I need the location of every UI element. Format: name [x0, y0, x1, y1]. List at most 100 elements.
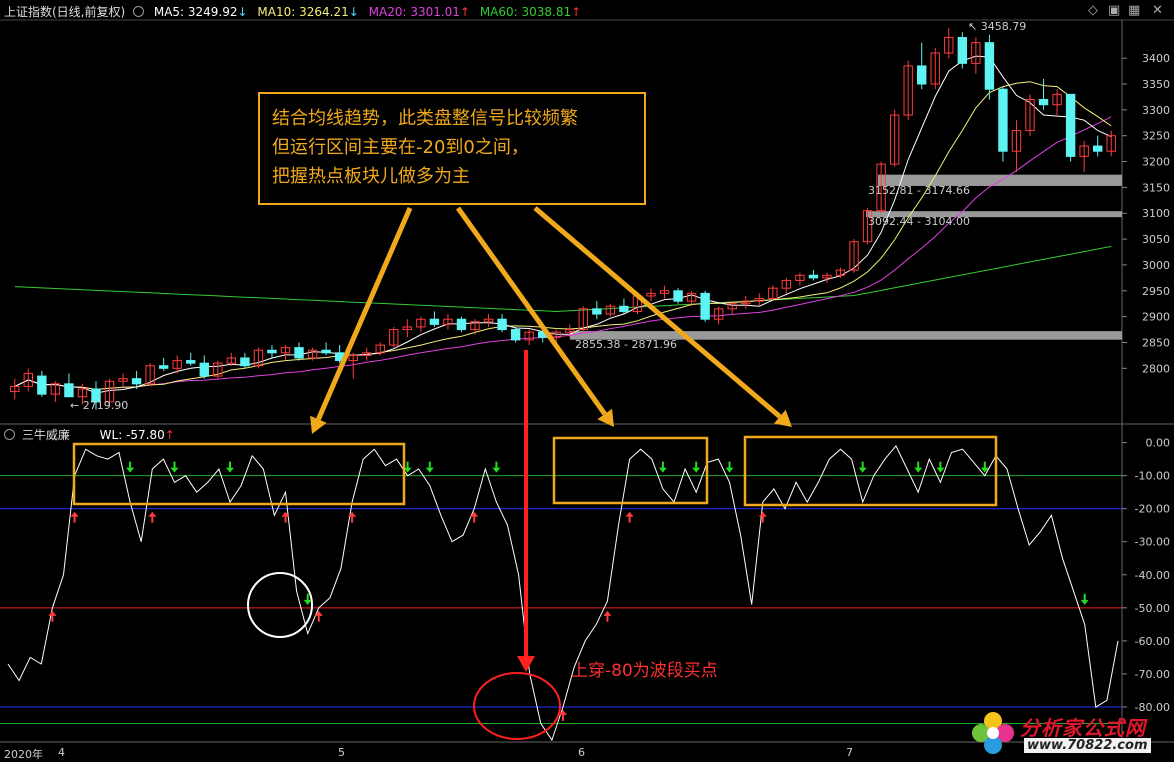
candle-body — [917, 65, 927, 85]
axes: 2800 2850 2900 2950 3000 3050 3100 3150 3200 3250… — [1122, 52, 1170, 714]
candle — [592, 301, 602, 320]
flower-logo-icon — [972, 712, 1014, 754]
pointer-arrow-shaft — [316, 207, 413, 421]
candle — [889, 109, 900, 167]
annotation-line-3: 把握热点板块儿做多为主 — [272, 166, 470, 187]
candle — [10, 378, 20, 400]
sell-signal-icon — [725, 461, 734, 473]
candle — [917, 42, 927, 90]
ma60-arrow: ↑ — [571, 5, 582, 19]
price-tick-label: 2900 — [1142, 311, 1170, 324]
sell-signal-icon — [658, 461, 667, 473]
ma10-arrow: ↓ — [348, 5, 359, 19]
candle — [1092, 135, 1103, 157]
candle — [294, 342, 304, 361]
candle-body — [321, 349, 331, 354]
close-icon[interactable]: ✕ — [1152, 3, 1163, 18]
buy-point-circle — [473, 672, 561, 740]
candle — [781, 277, 792, 294]
candle — [795, 272, 805, 286]
candle — [646, 288, 656, 302]
window-mode-icon[interactable]: ▦ — [1128, 3, 1140, 18]
buy-signal-icon — [314, 610, 323, 622]
candle-body — [1065, 93, 1076, 157]
annotation-arrows — [72, 206, 998, 740]
candle — [849, 239, 859, 273]
wl-tick-label: -10.00 — [1135, 470, 1170, 483]
watermark: 分析家公式网 www.70822.com — [968, 708, 1168, 758]
indicator-header: 三牛威廉 WL: -57.80↑ — [4, 426, 175, 443]
candle — [1052, 89, 1062, 116]
candle — [267, 345, 277, 358]
x-axis-month-5: 5 — [338, 746, 345, 759]
candle — [280, 345, 291, 361]
arrow-head — [692, 467, 701, 473]
expand-icon[interactable]: ◇ — [1088, 3, 1098, 18]
sell-signal-icon — [170, 461, 179, 473]
candle-body — [1038, 99, 1049, 106]
arrow-head — [170, 467, 179, 473]
candle-body — [592, 308, 602, 315]
candle-body — [158, 365, 169, 369]
candle — [483, 314, 494, 327]
candle — [64, 373, 74, 398]
candle-body — [199, 362, 209, 377]
low-label: ← 2719.90 — [70, 399, 129, 412]
settings-icon[interactable] — [133, 6, 145, 17]
candle — [118, 373, 128, 387]
candle — [158, 357, 169, 371]
candle — [456, 316, 467, 333]
x-axis-year: 2020年 — [4, 748, 43, 761]
candle — [213, 360, 223, 379]
candle-body — [240, 357, 250, 367]
ma20-label: MA20: 3301.01 — [368, 5, 460, 19]
arrow-head — [70, 511, 79, 517]
candle-body — [294, 347, 304, 359]
candle-body — [37, 375, 47, 395]
price-tick-label: 3150 — [1142, 181, 1170, 194]
indicator-settings-icon[interactable] — [4, 429, 15, 440]
annotation-line-1: 结合均线趋势，此类盘整信号比较频繁 — [272, 108, 578, 129]
candle-body — [267, 349, 277, 354]
candle — [524, 329, 534, 346]
highlight-circle — [247, 572, 313, 638]
candle — [808, 270, 819, 281]
candle-body — [808, 274, 819, 279]
candle — [321, 342, 331, 356]
arrow-head — [303, 599, 312, 605]
price-tick-label: 3400 — [1142, 52, 1170, 65]
arrow-head — [936, 467, 945, 473]
restore-icon[interactable]: ▣ — [1108, 3, 1120, 18]
sell-signal-icon — [692, 461, 701, 473]
wl-tick-label: -20.00 — [1135, 503, 1170, 516]
candle — [348, 352, 358, 379]
candle-body — [510, 329, 521, 341]
arrow-head — [348, 511, 357, 517]
signal-range-box — [552, 436, 709, 505]
ma5-arrow: ↓ — [237, 5, 248, 19]
arrow-head — [658, 467, 667, 473]
candle — [470, 319, 480, 335]
candle — [930, 47, 940, 90]
price-tick-label: 3200 — [1142, 156, 1170, 169]
wl-arrow: ↑ — [164, 428, 175, 442]
chart-title: 上证指数(日线,前复权) — [4, 5, 126, 19]
candle — [998, 86, 1008, 162]
arrow-head — [492, 467, 501, 473]
wl-line — [7, 444, 1119, 742]
ma10-label: MA10: 3264.21 — [257, 5, 349, 19]
arrow-head — [858, 467, 867, 473]
x-axis-month-7: 7 — [846, 746, 853, 759]
candle — [23, 368, 34, 392]
price-tick-label: 3300 — [1142, 104, 1170, 117]
low-value: 2719.90 — [82, 399, 129, 412]
arrow-head — [126, 467, 135, 473]
arrow-head — [725, 467, 734, 473]
candle — [510, 326, 521, 343]
wl-tick-label: 0.00 — [1146, 437, 1171, 450]
candle — [226, 352, 237, 366]
candle — [605, 303, 616, 317]
high-label: ↖ 3458.79 — [968, 20, 1027, 33]
sell-signal-icon — [425, 461, 434, 473]
buy-signal-icon — [70, 511, 79, 523]
